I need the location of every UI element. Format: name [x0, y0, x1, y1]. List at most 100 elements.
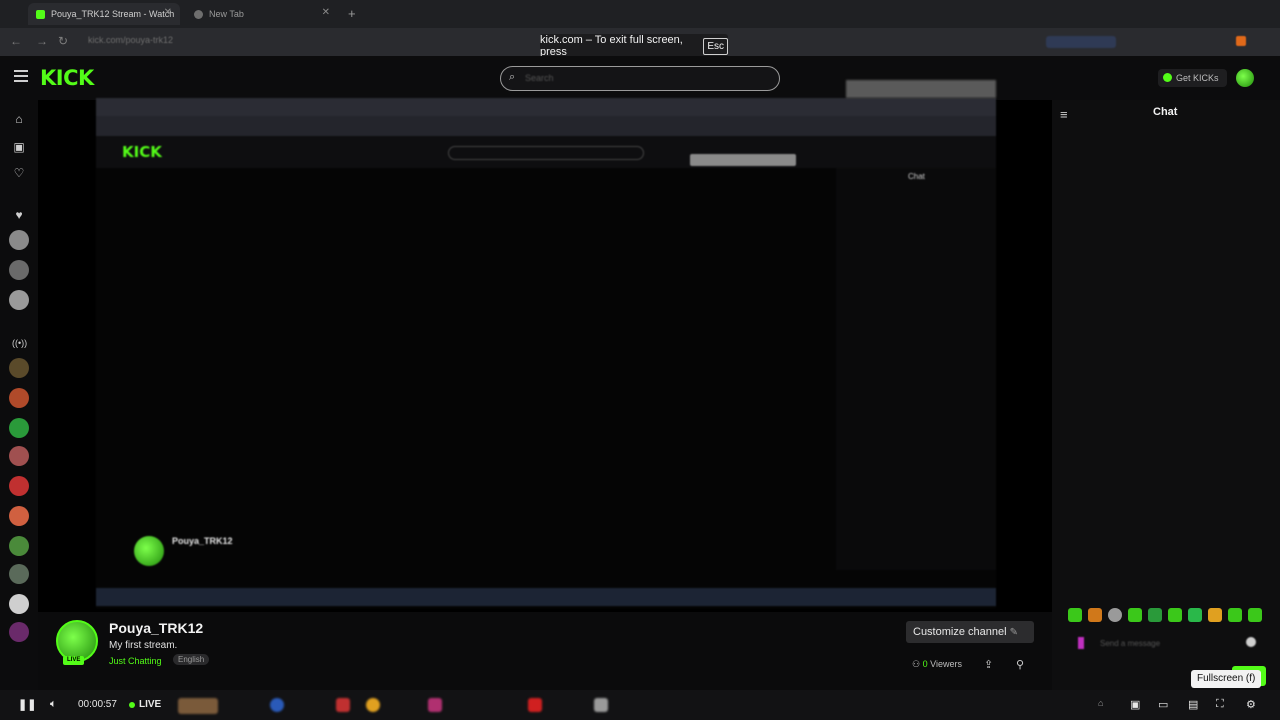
live-indicator[interactable]: LIVE [139, 699, 161, 710]
stream-time: 00:00:57 [78, 699, 117, 710]
emote-icon[interactable] [1228, 608, 1242, 622]
followed-channel-avatar[interactable] [9, 290, 29, 310]
taskbar-icon [336, 698, 350, 712]
live-signal-icon: ((•)) [12, 338, 28, 348]
chat-message-input[interactable]: Send a message [1074, 633, 1266, 653]
captured-kick-logo: KICK [122, 143, 162, 161]
mini-player-icon[interactable]: ▤ [1188, 698, 1198, 711]
emote-icon[interactable] [1128, 608, 1142, 622]
browse-icon[interactable]: ▣ [12, 140, 26, 154]
hamburger-menu-icon[interactable] [14, 70, 28, 82]
collapse-chat-icon[interactable]: ≡ [1060, 107, 1068, 122]
reload-icon[interactable]: ↻ [58, 34, 68, 48]
captured-address-bar [96, 116, 996, 136]
recommended-channel-avatar[interactable] [9, 564, 29, 584]
people-icon: ⚇ [912, 659, 921, 669]
get-kicks-button[interactable]: Get KICKs [1158, 69, 1227, 87]
browser-tab-bar: Pouya_TRK12 Stream - Watch ✕ New Tab ✕ + [0, 0, 1280, 28]
stream-category[interactable]: Just Chatting [109, 656, 162, 666]
color-marker-icon [1078, 637, 1084, 649]
captured-notice [690, 154, 796, 166]
live-dot-icon [129, 702, 135, 708]
search-placeholder: Search [525, 73, 554, 83]
viewers-label: Viewers [930, 659, 962, 669]
heart-icon[interactable]: ♥ [12, 208, 26, 222]
kick-logo[interactable]: KICK [40, 66, 94, 90]
captured-search [448, 146, 644, 160]
tab-stream[interactable]: Pouya_TRK12 Stream - Watch ✕ [28, 3, 180, 25]
emote-icon[interactable] [1208, 608, 1222, 622]
volume-icon[interactable]: 🔈︎ [50, 698, 57, 711]
heart-outline-icon[interactable]: ♡ [12, 166, 26, 180]
ai-button[interactable] [1046, 36, 1116, 48]
pause-icon[interactable]: ❚❚ [18, 698, 36, 711]
fullscreen-notice-text: kick.com – To exit full screen, press [540, 34, 683, 58]
recommended-channel-avatar[interactable] [9, 594, 29, 614]
followed-channel-avatar[interactable] [9, 260, 29, 280]
taskbar-icon [594, 698, 608, 712]
emoji-icon[interactable] [1246, 637, 1256, 647]
captured-channel-name: Pouya_TRK12 [172, 536, 233, 546]
user-avatar[interactable] [1236, 69, 1254, 87]
taskbar-icon [178, 698, 218, 714]
captured-overlay [846, 80, 996, 98]
emote-bar [1068, 608, 1268, 626]
emote-icon[interactable] [1068, 608, 1082, 622]
recommended-channel-avatar[interactable] [9, 446, 29, 466]
tab-new[interactable]: New Tab ✕ [186, 3, 338, 25]
viewers-number: 0 [922, 659, 928, 669]
sidebar: ⌂ ▣ ♡ ♥ ((•)) [0, 100, 38, 690]
stream-title: My first stream. [109, 640, 178, 651]
emote-icon[interactable] [1088, 608, 1102, 622]
followed-channel-avatar[interactable] [9, 230, 29, 250]
emote-icon[interactable] [1248, 608, 1262, 622]
customize-channel-button[interactable]: Customize channel ✎ [906, 621, 1034, 643]
close-tab-icon[interactable]: ✕ [322, 7, 330, 18]
profile-icon[interactable]: ⚲ [1016, 658, 1024, 671]
clip-icon[interactable]: ⌂ [1098, 698, 1103, 708]
settings-gear-icon[interactable]: ⚙ [1246, 698, 1256, 711]
recommended-channel-avatar[interactable] [9, 622, 29, 642]
viewer-count: ⚇ 0 Viewers [912, 659, 962, 670]
recommended-channel-avatar[interactable] [9, 388, 29, 408]
captured-chat [836, 168, 996, 570]
picture-in-picture-icon[interactable]: ▣ [1130, 698, 1140, 711]
extension-icon[interactable] [1236, 36, 1246, 46]
new-tab-icon[interactable]: + [348, 6, 356, 21]
home-icon[interactable]: ⌂ [12, 112, 26, 126]
recommended-channel-avatar[interactable] [9, 506, 29, 526]
emote-icon[interactable] [1168, 608, 1182, 622]
url-field[interactable]: kick.com/pouya-trk12 [88, 35, 173, 45]
emote-icon[interactable] [1108, 608, 1122, 622]
captured-chat-title: Chat [908, 172, 925, 181]
back-icon[interactable]: ← [10, 34, 22, 48]
recommended-channel-avatar[interactable] [9, 536, 29, 556]
tab-label: New Tab [209, 9, 244, 19]
fullscreen-icon[interactable]: ⛶ [1216, 698, 1224, 711]
customize-channel-label: Customize channel [913, 626, 1007, 638]
share-icon[interactable]: ⇪ [984, 658, 993, 671]
edit-icon: ✎ [1009, 627, 1019, 638]
kick-favicon-icon [36, 9, 45, 19]
close-tab-icon[interactable]: ✕ [164, 7, 172, 18]
esc-key: Esc [703, 37, 728, 55]
language-tag[interactable]: English [173, 654, 210, 665]
fullscreen-tooltip: Fullscreen (f) [1191, 670, 1262, 688]
globe-icon [194, 9, 203, 19]
recommended-channel-avatar[interactable] [9, 358, 29, 378]
forward-icon[interactable]: → [36, 34, 48, 48]
tab-label: Pouya_TRK12 Stream - Watch [51, 9, 175, 19]
taskbar-icon [366, 698, 380, 712]
search-input[interactable]: ⌕ Search [500, 66, 780, 91]
recommended-channel-avatar[interactable] [9, 418, 29, 438]
captured-taskbar [96, 588, 996, 606]
theatre-icon[interactable]: ▭ [1158, 698, 1168, 711]
captured-tab-bar [96, 98, 996, 116]
channel-name[interactable]: Pouya_TRK12 [109, 620, 203, 636]
emote-icon[interactable] [1148, 608, 1162, 622]
recommended-channel-avatar[interactable] [9, 476, 29, 496]
stream-capture: KICK Chat Pouya_TRK12 [96, 98, 996, 608]
chat-placeholder: Send a message [1100, 639, 1161, 648]
emote-icon[interactable] [1188, 608, 1202, 622]
chat-title: Chat [1153, 106, 1178, 118]
